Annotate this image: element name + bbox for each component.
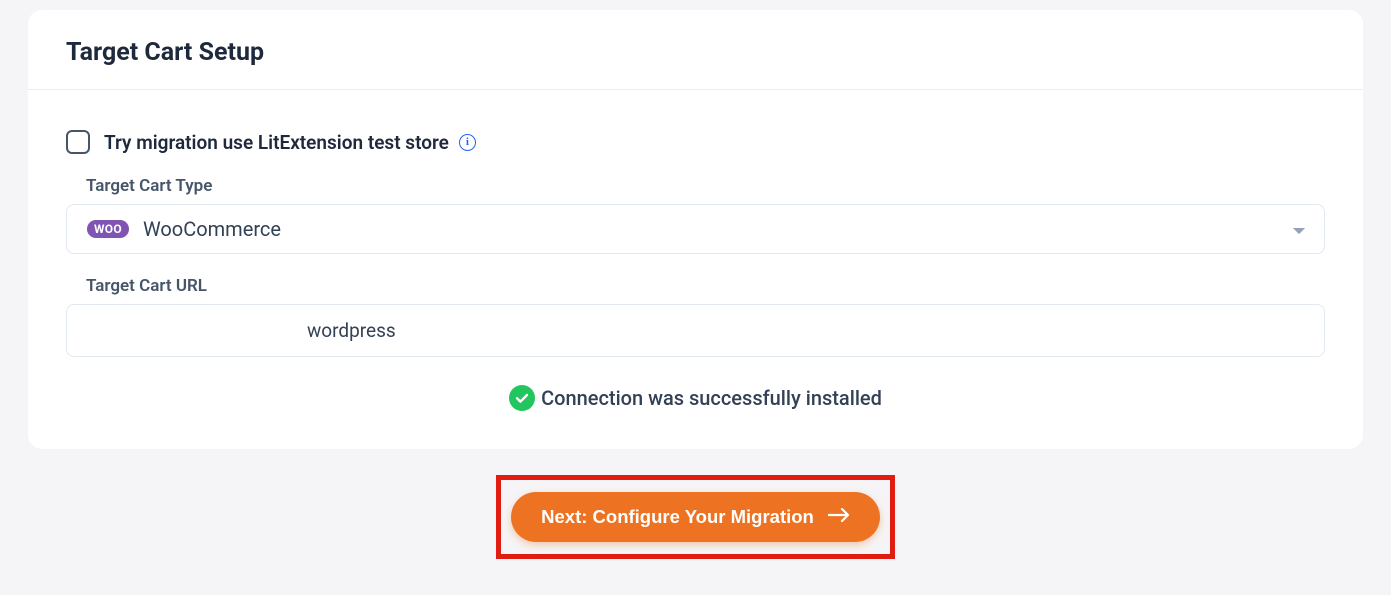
card-body: Try migration use LitExtension test stor… bbox=[28, 90, 1363, 449]
cart-url-field: Target Cart URL wordpress bbox=[66, 276, 1325, 357]
next-button-label: Next: Configure Your Migration bbox=[541, 506, 814, 528]
chevron-down-icon bbox=[1292, 220, 1306, 239]
cart-type-value: WooCommerce bbox=[143, 217, 281, 241]
test-store-label-text: Try migration use LitExtension test stor… bbox=[104, 131, 449, 154]
cart-type-label: Target Cart Type bbox=[66, 176, 1325, 196]
info-icon[interactable]: i bbox=[459, 134, 476, 151]
test-store-checkbox[interactable] bbox=[66, 130, 90, 154]
cart-url-input[interactable]: wordpress bbox=[66, 304, 1325, 357]
woo-badge-icon: WOO bbox=[87, 220, 129, 238]
test-store-label: Try migration use LitExtension test stor… bbox=[104, 131, 476, 154]
test-store-row: Try migration use LitExtension test stor… bbox=[66, 130, 1325, 154]
cart-url-label: Target Cart URL bbox=[66, 276, 1325, 296]
cart-type-select[interactable]: WOO WooCommerce bbox=[66, 204, 1325, 254]
highlight-box: Next: Configure Your Migration bbox=[496, 475, 895, 559]
cart-type-select-value-wrap: WOO WooCommerce bbox=[87, 217, 281, 241]
connection-status: Connection was successfully installed bbox=[66, 385, 1325, 411]
next-configure-button[interactable]: Next: Configure Your Migration bbox=[511, 492, 880, 542]
check-circle-icon bbox=[509, 385, 535, 411]
cart-url-value: wordpress bbox=[87, 319, 396, 342]
status-message: Connection was successfully installed bbox=[541, 386, 882, 410]
target-cart-setup-card: Target Cart Setup Try migration use LitE… bbox=[28, 10, 1363, 449]
card-header: Target Cart Setup bbox=[28, 10, 1363, 90]
page-title: Target Cart Setup bbox=[66, 38, 1325, 67]
next-button-container: Next: Configure Your Migration bbox=[28, 475, 1363, 559]
cart-type-field: Target Cart Type WOO WooCommerce bbox=[66, 176, 1325, 254]
arrow-right-icon bbox=[828, 506, 850, 528]
